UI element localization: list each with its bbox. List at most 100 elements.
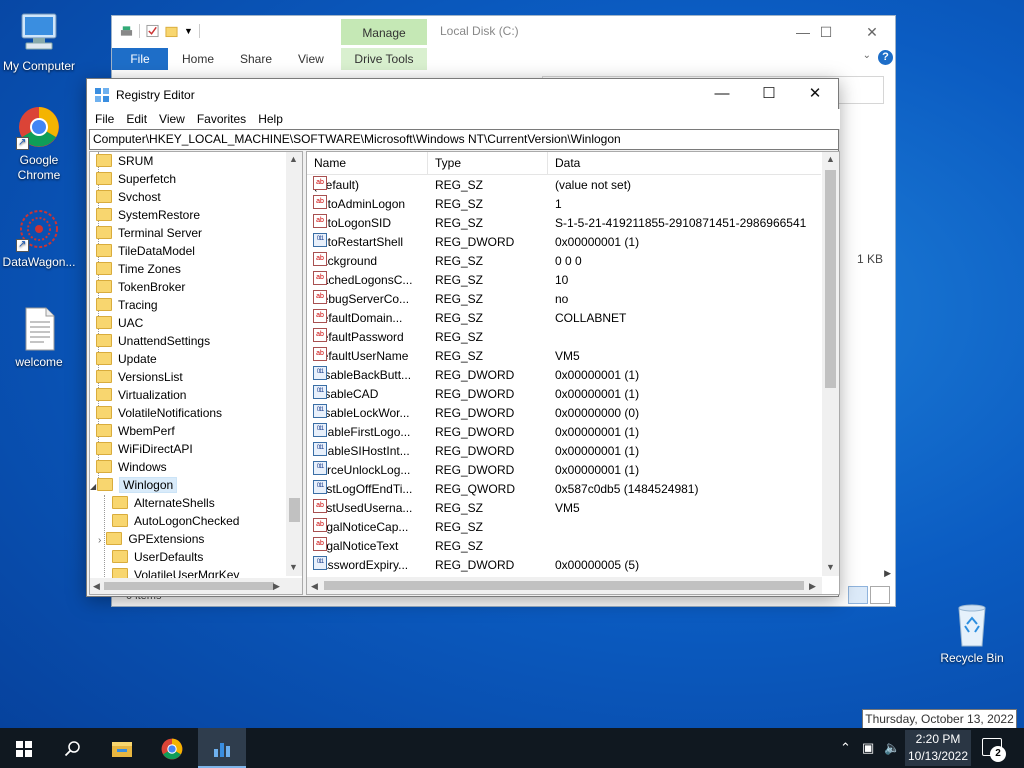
scroll-down-icon[interactable]: ▼ (826, 562, 835, 572)
value-row[interactable]: ab (Default) REG_SZ (value not set) (307, 176, 821, 195)
menu-help[interactable]: Help (252, 109, 289, 129)
tree-vertical-scrollbar[interactable]: ▲ ▼ (286, 152, 302, 576)
taskbar-chrome[interactable] (148, 728, 196, 768)
help-icon[interactable]: ? (878, 50, 893, 65)
scroll-thumb[interactable] (104, 582, 274, 590)
taskbar-registry-editor[interactable] (198, 728, 246, 768)
tree-item[interactable]: SystemRestore (96, 206, 200, 224)
tree-item[interactable]: VersionsList (96, 368, 183, 386)
key-tree[interactable]: SRUM Superfetch Svchost SystemRestore Te… (89, 151, 303, 595)
value-row[interactable]: ab DefaultUserName REG_SZ VM5 (307, 347, 821, 366)
maximize-button[interactable]: ☐ (746, 79, 792, 109)
value-row[interactable]: 011 AutoRestartShell REG_DWORD 0x00000001 (… (307, 233, 821, 252)
clock[interactable]: 2:20 PM 10/13/2022 (905, 730, 971, 766)
value-row[interactable]: 011 LastLogOffEndTi... REG_QWORD 0x587c0db5… (307, 480, 821, 499)
scroll-thumb[interactable] (289, 498, 300, 522)
tree-item[interactable]: TileDataModel (96, 242, 195, 260)
column-name[interactable]: Name (307, 152, 428, 174)
close-button[interactable]: ✕ (849, 20, 895, 44)
taskbar-file-explorer[interactable] (98, 728, 146, 768)
explorer-titlebar[interactable]: ▼ Manage Local Disk (C:) — ☐ ✕ (112, 16, 895, 48)
value-row[interactable]: ab AutoLogonSID REG_SZ S-1-5-21-419211855-2… (307, 214, 821, 233)
menu-view[interactable]: View (153, 109, 191, 129)
tab-file[interactable]: File (112, 48, 168, 70)
start-button[interactable] (0, 728, 48, 768)
tree-item[interactable]: VolatileNotifications (96, 404, 222, 422)
address-bar[interactable]: Computer\HKEY_LOCAL_MACHINE\SOFTWARE\Mic… (89, 129, 839, 150)
search-button[interactable] (48, 728, 96, 768)
tree-child-item[interactable]: › GPExtensions (98, 530, 204, 548)
ribbon-collapse-icon[interactable]: ⌄ (863, 50, 871, 61)
values-vertical-scrollbar[interactable]: ▲ ▼ (822, 152, 839, 576)
desktop-icon-datawagon[interactable]: DataWagon... (0, 206, 78, 270)
scroll-thumb[interactable] (324, 581, 804, 590)
new-folder-icon[interactable] (165, 24, 178, 38)
regedit-titlebar[interactable]: Registry Editor — ☐ ✕ (87, 79, 838, 109)
desktop-icon-welcome[interactable]: welcome (0, 306, 78, 370)
scroll-down-icon[interactable]: ▼ (289, 562, 298, 572)
tree-item[interactable]: WbemPerf (96, 422, 175, 440)
values-horizontal-scrollbar[interactable]: ◀ ▶ (307, 577, 822, 594)
scroll-right-icon[interactable]: ▶ (809, 581, 816, 592)
scroll-left-icon[interactable]: ◀ (311, 581, 318, 592)
value-row[interactable]: ab LastUsedUserna... REG_SZ VM5 (307, 499, 821, 518)
details-view-icon[interactable] (848, 586, 868, 604)
volume-icon[interactable]: 🔈 (884, 740, 900, 756)
scroll-thumb[interactable] (825, 170, 836, 388)
tree-item[interactable]: Windows (96, 458, 167, 476)
value-row[interactable]: ab Background REG_SZ 0 0 0 (307, 252, 821, 271)
value-row[interactable]: ab DefaultPassword REG_SZ (307, 328, 821, 347)
minimize-button[interactable]: — (699, 79, 745, 109)
tree-item[interactable]: Svchost (96, 188, 161, 206)
large-icons-view-icon[interactable] (870, 586, 890, 604)
tree-item[interactable]: SRUM (96, 152, 153, 170)
tab-drive-tools[interactable]: Drive Tools (341, 48, 427, 70)
tab-home[interactable]: Home (182, 48, 214, 70)
qat-dropdown-icon[interactable]: ▼ (184, 26, 193, 36)
tree-item[interactable]: Tracing (96, 296, 158, 314)
column-data[interactable]: Data (548, 152, 821, 174)
value-row[interactable]: 011 EnableFirstLogo... REG_DWORD 0x00000001… (307, 423, 821, 442)
tree-item-selected[interactable]: ◢ Winlogon (90, 476, 178, 494)
network-icon[interactable]: ▣ (862, 740, 874, 756)
value-row[interactable]: 011 DisableLockWor... REG_DWORD 0x00000000 … (307, 404, 821, 423)
tree-item[interactable]: Update (96, 350, 157, 368)
scroll-right-icon[interactable]: ▶ (273, 581, 280, 592)
tree-horizontal-scrollbar[interactable]: ◀ ▶ (90, 578, 302, 594)
values-list[interactable]: Name Type Data ab (Default) REG_SZ (value n… (306, 151, 840, 595)
value-row[interactable]: 011 DisableBackButt... REG_DWORD 0x00000001… (307, 366, 821, 385)
tree-child-item[interactable]: AutoLogonChecked (112, 512, 239, 530)
value-row[interactable]: ab LegalNoticeText REG_SZ (307, 537, 821, 556)
value-row[interactable]: 011 EnableSIHostInt... REG_DWORD 0x00000001… (307, 442, 821, 461)
value-row[interactable]: 011 ForceUnlockLog... REG_DWORD 0x00000001 … (307, 461, 821, 480)
tab-share[interactable]: Share (240, 48, 272, 70)
column-type[interactable]: Type (428, 152, 548, 174)
tree-item[interactable]: WiFiDirectAPI (96, 440, 193, 458)
tree-item[interactable]: UnattendSettings (96, 332, 210, 350)
scroll-right-icon[interactable]: ▶ (884, 568, 891, 579)
value-row[interactable]: ab AutoAdminLogon REG_SZ 1 (307, 195, 821, 214)
manage-tab[interactable]: Manage (341, 19, 427, 45)
menu-edit[interactable]: Edit (120, 109, 153, 129)
value-row[interactable]: ab DefaultDomain... REG_SZ COLLABNET (307, 309, 821, 328)
desktop-icon-google-chrome[interactable]: Google Chrome (0, 104, 78, 183)
maximize-button[interactable]: ☐ (803, 20, 849, 44)
scroll-left-icon[interactable]: ◀ (93, 581, 100, 592)
tree-child-item[interactable]: UserDefaults (112, 548, 203, 566)
tree-item[interactable]: Terminal Server (96, 224, 202, 242)
value-row[interactable]: 011 PasswordExpiry... REG_DWORD 0x00000005 … (307, 556, 821, 575)
value-row[interactable]: ab CachedLogonsC... REG_SZ 10 (307, 271, 821, 290)
value-row[interactable]: ab DebugServerCo... REG_SZ no (307, 290, 821, 309)
tree-item[interactable]: UAC (96, 314, 143, 332)
tree-item[interactable]: Time Zones (96, 260, 181, 278)
desktop-icon-recycle-bin[interactable]: Recycle Bin (936, 602, 1008, 666)
properties-icon[interactable] (146, 24, 159, 38)
close-button[interactable]: ✕ (792, 79, 838, 109)
tree-item[interactable]: TokenBroker (96, 278, 185, 296)
collapsed-arrow-icon[interactable]: › (98, 535, 101, 546)
menu-file[interactable]: File (89, 109, 120, 129)
scroll-up-icon[interactable]: ▲ (289, 154, 298, 164)
tree-child-item[interactable]: AlternateShells (112, 494, 215, 512)
desktop-icon-my-computer[interactable]: My Computer (0, 10, 78, 74)
tree-item[interactable]: Virtualization (96, 386, 186, 404)
